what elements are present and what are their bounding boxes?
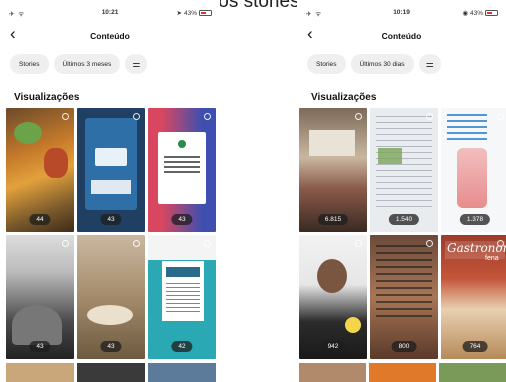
view-count: 43: [171, 214, 193, 225]
battery-icon: [485, 10, 498, 16]
story-tile[interactable]: [439, 363, 506, 382]
story-tile[interactable]: 1.378: [441, 108, 506, 232]
view-count: 43: [29, 341, 51, 352]
story-ring-icon: [62, 113, 69, 120]
battery-percent: 43%: [469, 9, 483, 17]
header: ‹ Conteúdo: [0, 25, 220, 46]
status-bar: ✈ ᯤ 10:21 ➤ 43%: [0, 9, 220, 21]
story-tile[interactable]: 43: [77, 108, 145, 232]
story-ring-icon: [133, 113, 140, 120]
next-row-partial: [297, 363, 506, 382]
battery-icon: [199, 10, 212, 16]
chip-period[interactable]: Últimos 3 meses: [53, 54, 121, 74]
sliders-icon[interactable]: ⚌: [418, 54, 441, 74]
header: ‹ Conteúdo: [297, 25, 506, 46]
page-title: Conteúdo: [90, 31, 130, 41]
view-count: 6.815: [317, 214, 349, 225]
story-tile[interactable]: [369, 363, 436, 382]
story-tile[interactable]: 1.540: [370, 108, 438, 232]
chip-period[interactable]: Últimos 30 dias: [350, 54, 414, 74]
view-count: 764: [462, 341, 488, 352]
story-overlay-subtitle: fena: [485, 255, 499, 262]
page-title: Conteúdo: [381, 31, 422, 41]
view-count: 42: [171, 341, 193, 352]
phone-screen-right: ✈ ᯤ 10:19 ◉ 43% ‹ Conteúdo Stories Últim…: [297, 0, 506, 382]
view-count: 800: [391, 341, 417, 352]
story-ring-icon: [426, 240, 433, 247]
story-card-preview: [162, 261, 204, 321]
story-tile[interactable]: [299, 363, 366, 382]
view-count: 1.378: [459, 214, 491, 225]
location-icon: ➤: [176, 10, 182, 17]
view-count: 942: [320, 341, 346, 352]
view-count: 43: [100, 341, 122, 352]
story-ring-icon: [355, 113, 362, 120]
filter-chips: Stories Últimos 3 meses ⚌: [10, 54, 148, 74]
story-tile[interactable]: 43: [6, 235, 74, 359]
battery-percent: 43%: [183, 9, 197, 17]
view-count: 44: [29, 214, 51, 225]
story-tile[interactable]: 942: [299, 235, 367, 359]
view-count: 43: [100, 214, 122, 225]
story-tile[interactable]: 42: [148, 235, 216, 359]
story-ring-icon: [204, 240, 211, 247]
chip-stories[interactable]: Stories: [307, 54, 346, 74]
story-tile[interactable]: 44: [6, 108, 74, 232]
story-tile[interactable]: 43: [148, 108, 216, 232]
story-tile[interactable]: [6, 363, 74, 382]
story-card-preview: [158, 132, 206, 204]
section-title: Visualizações: [311, 92, 377, 103]
chip-stories[interactable]: Stories: [10, 54, 49, 74]
section-title: Visualizações: [14, 92, 80, 103]
story-tile[interactable]: 800: [370, 235, 438, 359]
story-ring-icon: [62, 240, 69, 247]
filter-chips: Stories Últimos 30 dias ⚌: [307, 54, 441, 74]
phone-screen-left: ✈ ᯤ 10:21 ➤ 43% ‹ Conteúdo Stories Últim…: [0, 0, 220, 382]
story-tile[interactable]: Gastronom fena 764: [441, 235, 506, 359]
story-ring-icon: [204, 113, 211, 120]
story-tile[interactable]: [77, 363, 145, 382]
story-ring-icon: [497, 240, 504, 247]
story-ring-icon: [426, 113, 433, 120]
story-tile[interactable]: 43: [77, 235, 145, 359]
story-ring-icon: [133, 240, 140, 247]
story-ring-icon: [497, 113, 504, 120]
status-bar: ✈ ᯤ 10:19 ◉ 43%: [297, 9, 506, 21]
story-tile[interactable]: [148, 363, 216, 382]
sliders-icon[interactable]: ⚌: [125, 54, 148, 74]
location-icon: ◉: [462, 10, 468, 17]
story-ring-icon: [355, 240, 362, 247]
stories-grid: 44 43 43 43 43 42: [6, 108, 216, 359]
stories-grid: 6.815 1.540 1.378 942 800 Gastronom fena…: [299, 108, 506, 359]
next-row-partial: [0, 363, 220, 382]
story-card-preview: [85, 118, 137, 210]
story-tile[interactable]: 6.815: [299, 108, 367, 232]
view-count: 1.540: [388, 214, 420, 225]
